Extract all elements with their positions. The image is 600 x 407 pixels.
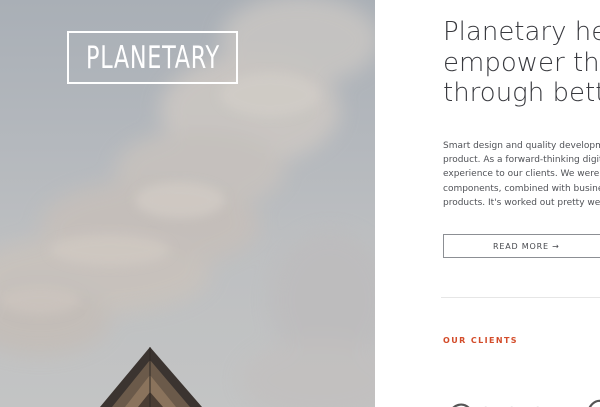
intro-line: components, combined with busine <box>443 183 600 194</box>
headline-line: Planetary hel <box>443 17 600 47</box>
hero-photo: PLANETARY <box>0 0 375 407</box>
intro-line: product. As a forward-thinking digit <box>443 155 600 166</box>
intro-paragraph: Smart design and quality developme produ… <box>443 139 600 210</box>
content-panel: Planetary hel empower the through bette … <box>375 0 600 407</box>
planetary-logo[interactable]: PLANETARY <box>67 31 238 84</box>
section-divider <box>441 297 600 298</box>
client-logo-partial <box>452 399 600 407</box>
clients-heading: OUR CLIENTS <box>443 336 518 345</box>
headline-line: through bette <box>443 78 600 108</box>
page: PLANETARY Planetary hel empower the thro… <box>0 0 600 407</box>
logo-text: PLANETARY <box>85 39 220 76</box>
read-more-button[interactable]: READ MORE → <box>443 234 600 258</box>
intro-line: Smart design and quality developme <box>443 141 600 151</box>
headline-line: empower the <box>443 47 600 78</box>
headline: Planetary hel empower the through bette <box>443 17 600 109</box>
rooftop <box>100 347 202 407</box>
intro-line: products. It's worked out pretty wel <box>443 197 600 208</box>
intro-line: experience to our clients. We were f <box>443 169 600 180</box>
